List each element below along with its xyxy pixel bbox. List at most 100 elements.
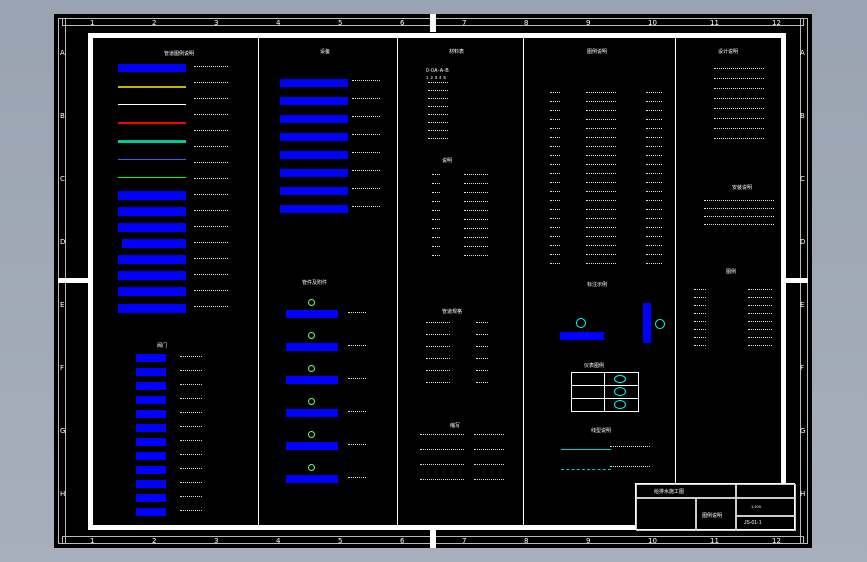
mark-pipe-vertical [643,303,651,343]
fitting-label [348,411,366,415]
table-item [586,128,616,132]
legend-text [194,66,228,70]
valve-label [180,510,202,514]
abbrev-row [420,449,464,453]
legend-text [194,210,228,214]
equipment-label [352,134,380,138]
fittings-title: 管件及附件 [302,280,328,286]
equipment-symbol [280,115,348,123]
legend-desc [748,337,772,341]
column-number: 11 [710,19,719,27]
column-number: 12 [772,537,781,545]
equipment-label [352,170,380,174]
row-letter: A [60,49,65,57]
legend-text [194,306,228,310]
valve-symbol [136,396,166,404]
note-number [432,174,440,178]
drawing-name: 图例说明 [702,513,723,519]
column-number: 11 [710,537,719,545]
legend-text [194,290,228,294]
valve-symbol [136,494,166,502]
legend-key [694,345,706,349]
code-digits: 1 2 3 4 5 [426,75,447,80]
note-text [464,237,488,241]
table-item [586,200,616,204]
table-index [550,164,560,168]
fitting-label [348,444,366,448]
table-value [646,191,662,195]
table-item [586,227,616,231]
materials-title: 材料表 [449,49,465,55]
center-mark-right [784,278,808,283]
table-value [646,200,662,204]
equipment-symbol [280,187,348,195]
note-number [432,237,440,241]
cad-drawing-canvas[interactable]: 管道图例说明 阀门 设备 管件及附件 材料表 0-0A-A-B 1 2 3 4 … [54,14,812,548]
table-value [646,137,662,141]
pipe-symbol [118,207,186,216]
fitting-symbol [286,376,338,384]
row-letter: B [800,112,805,120]
table-index [550,155,560,159]
table-item [586,236,616,240]
note-text [464,255,488,259]
valve-label [180,426,202,430]
material-list [428,138,448,142]
table-value [646,236,662,240]
spec-row [426,334,450,338]
valve-label [180,398,202,402]
note-line [714,118,764,122]
column-divider [523,33,524,530]
spec-value [476,346,488,350]
row-letter: B [60,112,65,120]
equipment-symbol [280,169,348,177]
note-text [464,228,488,232]
mark-circle [576,318,586,328]
pipe-line-green [118,140,186,143]
note-text [464,183,488,187]
install-line [704,200,774,204]
fitting-symbol [286,442,338,450]
valve-label [180,468,202,472]
legend-desc [748,345,772,349]
row-letter: C [60,175,65,183]
legend-key [694,337,706,341]
row-letter: C [800,175,805,183]
column-number: 6 [400,537,405,545]
abbrev-row [474,464,504,468]
column-number: 5 [338,19,343,27]
table-value [646,128,662,132]
table-item [586,137,616,141]
legend-desc [748,313,772,317]
spec-value [476,322,488,326]
column-number: 3 [214,19,219,27]
note-line [714,78,764,82]
legend-text [194,274,228,278]
center-mark-top [430,14,436,32]
table-value [646,263,662,267]
pipe-line-thin-green [118,177,186,178]
valve-label [180,370,202,374]
valve-label [180,412,202,416]
table-item [586,182,616,186]
material-list [428,98,448,102]
legend-key [694,305,706,309]
row-letter: F [60,364,65,372]
note-text [464,174,488,178]
legend-desc [748,297,772,301]
legend-text [194,242,228,246]
valve-label [180,356,202,360]
abbrev-row [474,449,504,453]
column-number: 6 [400,19,405,27]
column-number: 2 [152,537,157,545]
material-list [428,114,448,118]
pipe-line-white [118,104,186,105]
row-letter: G [60,427,66,435]
install-title: 安装说明 [732,185,753,191]
legend-desc [748,329,772,333]
fitting-symbol [286,475,338,483]
table-index [550,200,560,204]
legend-title: 图例 [726,269,737,275]
install-line [704,216,774,220]
note-line [714,68,764,72]
